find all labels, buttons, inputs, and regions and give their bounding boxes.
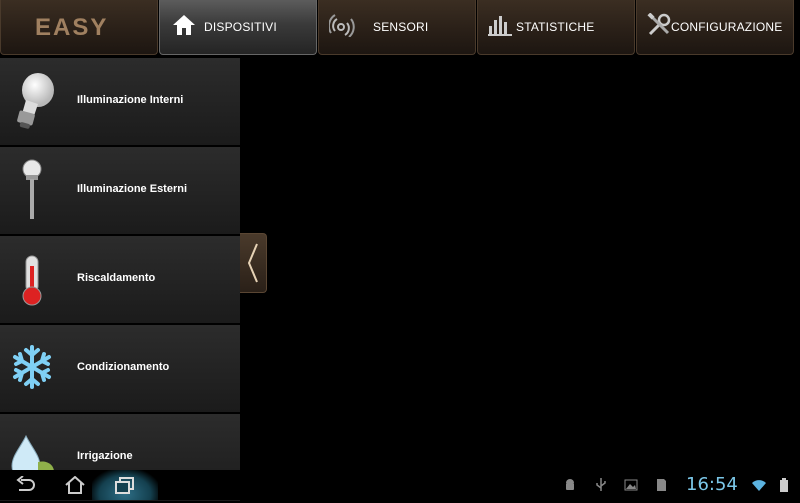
list-item-label: Condizionamento: [77, 361, 170, 373]
back-icon[interactable]: [11, 474, 41, 496]
status-clock: 16:54: [686, 474, 738, 495]
list-item-riscaldamento[interactable]: Riscaldamento: [0, 236, 240, 323]
list-item-label: Illuminazione Interni: [77, 94, 184, 106]
list-item-label: Illuminazione Esterni: [77, 183, 188, 195]
tab-dispositivi[interactable]: DISPOSITIVI: [159, 0, 317, 55]
recent-apps-icon[interactable]: [110, 474, 140, 496]
list-item-condizionamento[interactable]: Condizionamento: [0, 325, 240, 412]
list-item-label: Irrigazione: [77, 450, 133, 462]
tools-icon: [647, 11, 671, 42]
gallery-icon: [624, 478, 638, 492]
thermometer-icon: [8, 248, 60, 310]
tab-label: SENSORI: [373, 20, 429, 34]
light-bulb-icon: [8, 70, 60, 132]
sensor-icon: [328, 13, 357, 42]
tab-label: DISPOSITIVI: [204, 20, 277, 34]
list-item-label: Riscaldamento: [77, 272, 156, 284]
tab-label: STATISTICHE: [516, 20, 595, 34]
street-lamp-icon: [8, 159, 60, 221]
wifi-icon: [752, 478, 766, 492]
top-bar: EASY DISPOSITIVI SENSORI STATISTICHE CON…: [0, 0, 800, 56]
device-category-list: Illuminazione Interni Illuminazione Este…: [0, 58, 240, 503]
android-icon: [563, 478, 577, 492]
tab-sensori[interactable]: SENSORI: [318, 0, 476, 55]
tab-statistiche[interactable]: STATISTICHE: [477, 0, 635, 55]
app-logo: EASY: [0, 0, 158, 55]
sd-card-icon: [654, 478, 668, 492]
drawer-collapse-handle[interactable]: [240, 233, 267, 293]
logo-text: EASY: [35, 14, 109, 41]
home-icon[interactable]: [60, 474, 90, 496]
battery-icon: [778, 478, 792, 492]
bar-chart-icon: [488, 14, 512, 41]
home-icon: [172, 13, 196, 42]
list-item-illuminazione-esterni[interactable]: Illuminazione Esterni: [0, 147, 240, 234]
usb-icon: [594, 478, 608, 492]
list-item-illuminazione-interni[interactable]: Illuminazione Interni: [0, 58, 240, 145]
snowflake-icon: [8, 337, 60, 399]
tab-label: CONFIGURAZIONE: [671, 20, 783, 34]
chevron-left-icon: [240, 243, 266, 296]
tab-configurazione[interactable]: CONFIGURAZIONE: [636, 0, 794, 55]
